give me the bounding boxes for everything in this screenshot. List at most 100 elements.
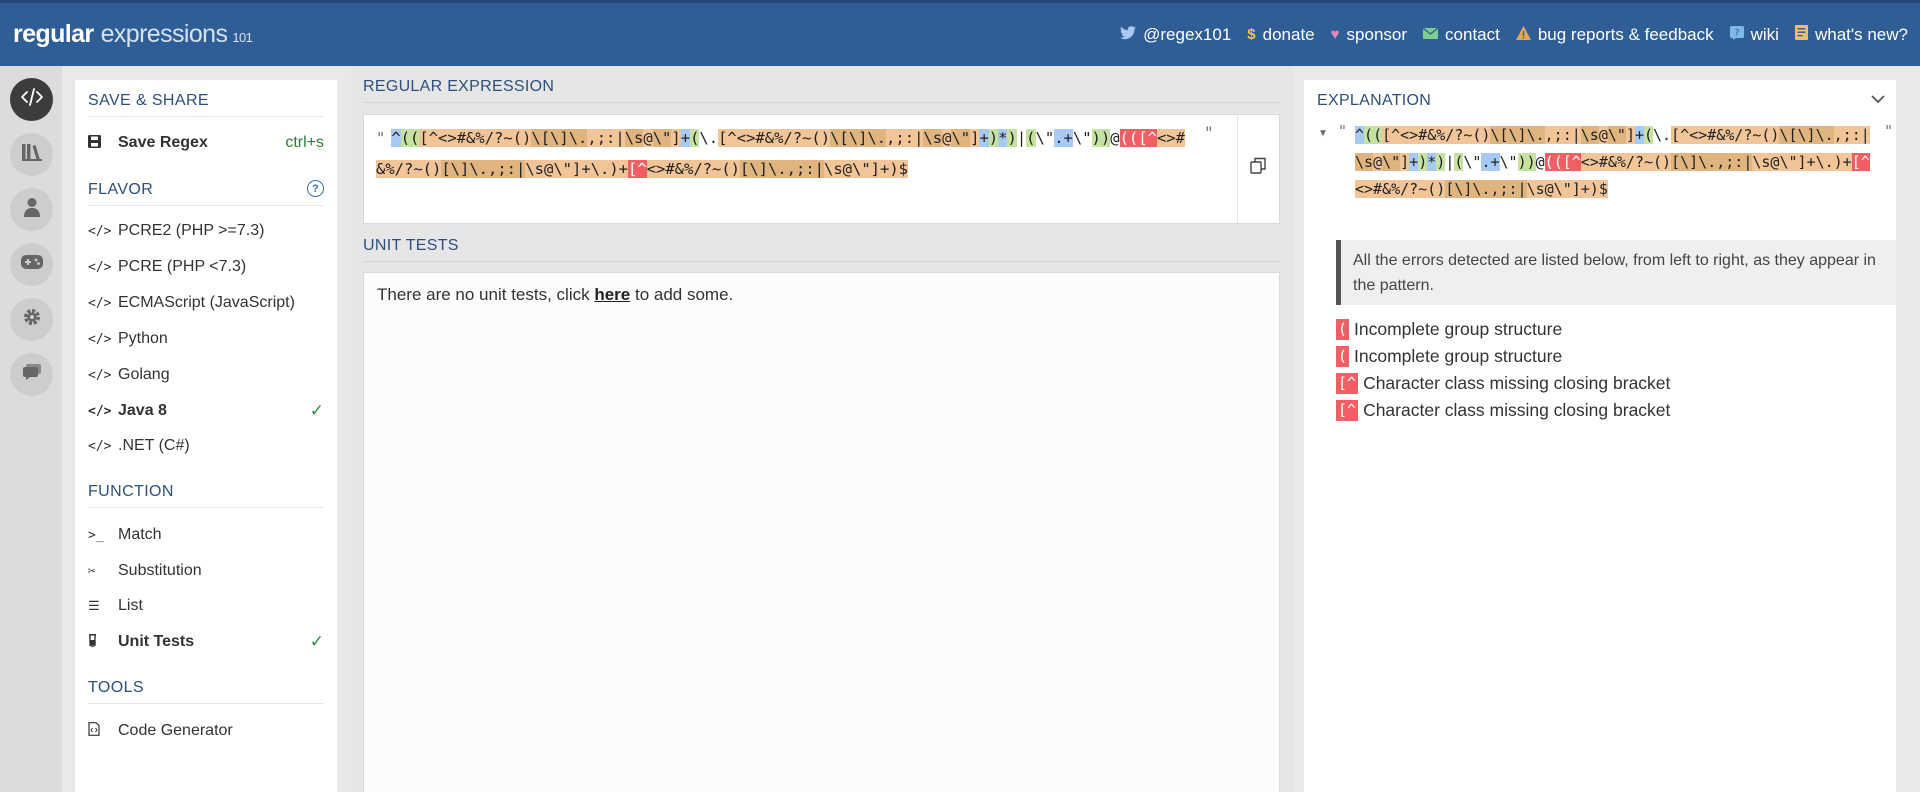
save-regex-button[interactable]: Save Regex ctrl+s bbox=[88, 128, 324, 158]
link-label: contact bbox=[1445, 24, 1500, 44]
regex-token: ( bbox=[1364, 126, 1374, 144]
flavor-python[interactable]: </> Python bbox=[88, 324, 324, 354]
divider bbox=[1237, 115, 1238, 223]
error-item[interactable]: [^ Character class missing closing brack… bbox=[1336, 400, 1670, 421]
flavor-dotnet[interactable]: </> .NET (C#) bbox=[88, 431, 324, 461]
regex-token: \s@\"] bbox=[1526, 180, 1581, 198]
unit-tests-panel: There are no unit tests, click here to a… bbox=[363, 272, 1280, 792]
flavor-label: ECMAScript (JavaScript) bbox=[118, 294, 295, 311]
function-unit-tests[interactable]: Unit Tests ✓ bbox=[88, 627, 324, 657]
regex-token: + bbox=[1409, 153, 1419, 171]
regex-token: \" bbox=[1607, 126, 1626, 144]
regex-token: + bbox=[1063, 129, 1073, 147]
regex-token: @ bbox=[643, 129, 653, 147]
explanation-title: EXPLANATION bbox=[1317, 92, 1432, 109]
regex-token: + bbox=[680, 129, 691, 147]
link-twitter[interactable]: @regex101 bbox=[1120, 25, 1231, 45]
link-donate[interactable]: $ donate bbox=[1247, 25, 1314, 45]
function-match[interactable]: >_ Match bbox=[88, 520, 324, 550]
rail-community[interactable] bbox=[10, 353, 53, 396]
regex-token-error: [^ bbox=[628, 160, 647, 178]
rail-settings[interactable] bbox=[10, 298, 53, 341]
regex-token: \" bbox=[652, 129, 672, 147]
regex-token: \s bbox=[624, 129, 644, 147]
regex-editor[interactable]: " ^(([^<>#&%/?~()\[\]\.,;:|\s@\"]+(\.[^<>… bbox=[363, 114, 1280, 224]
regex-token-error: ( bbox=[1553, 153, 1563, 171]
regex-token: <>#&%/?~() bbox=[646, 160, 740, 178]
regex-token: [^<>#&%/?~() bbox=[1382, 126, 1491, 144]
code-icon: </> bbox=[88, 259, 112, 275]
error-message: Incomplete group structure bbox=[1354, 319, 1563, 339]
regex-token: ,;:| bbox=[587, 129, 625, 147]
error-item[interactable]: ( Incomplete group structure bbox=[1336, 346, 1562, 367]
regex-token-error: ( bbox=[1128, 129, 1139, 147]
explanation-close-quote: " bbox=[1884, 122, 1894, 140]
flavor-label: PCRE2 (PHP >=7.3) bbox=[118, 222, 265, 239]
twitter-icon bbox=[1120, 25, 1137, 44]
main-panel: REGULAR EXPRESSION " ^(([^<>#&%/?~()\[\]\… bbox=[351, 66, 1294, 792]
regex-token: \" bbox=[1035, 129, 1055, 147]
regex-token: ) bbox=[1091, 129, 1101, 147]
error-item[interactable]: ( Incomplete group structure bbox=[1336, 319, 1562, 340]
regex-token: \. bbox=[590, 160, 610, 178]
regex-token: [\]\.,;:| bbox=[441, 160, 526, 178]
regex-token: ( bbox=[400, 129, 411, 147]
sidebar: SAVE & SHARE Save Regex ctrl+s FLAVOR ? … bbox=[75, 80, 337, 792]
regex-token: + bbox=[1490, 153, 1500, 171]
error-item[interactable]: [^ Character class missing closing brack… bbox=[1336, 373, 1670, 394]
scissors-icon: ✂ bbox=[88, 563, 96, 579]
flavor-label: PCRE (PHP <7.3) bbox=[118, 258, 247, 275]
add-unit-test-link[interactable]: here bbox=[594, 285, 630, 304]
error-message: Incomplete group structure bbox=[1354, 346, 1563, 366]
regex-token: ) bbox=[1007, 129, 1017, 147]
chevron-down-icon[interactable] bbox=[1871, 91, 1885, 109]
link-label: donate bbox=[1262, 24, 1315, 44]
brand-logo[interactable]: regular expressions 101 bbox=[0, 20, 253, 49]
regex-token: ( bbox=[1644, 126, 1654, 144]
regex-token: [^<>#&%/?~() bbox=[1671, 126, 1780, 144]
code-icon: </> bbox=[88, 223, 112, 239]
regex-token: +)$ bbox=[1580, 180, 1608, 198]
function-label: Match bbox=[118, 526, 162, 543]
rail-account[interactable] bbox=[10, 188, 53, 231]
link-sponsor[interactable]: ♥ sponsor bbox=[1331, 25, 1407, 45]
flavor-pcre2[interactable]: </> PCRE2 (PHP >=7.3) bbox=[88, 216, 324, 246]
regex-token: +)$ bbox=[880, 160, 908, 178]
link-label: what's new? bbox=[1814, 24, 1908, 44]
help-icon[interactable]: ? bbox=[307, 180, 324, 197]
warning-icon bbox=[1515, 25, 1531, 44]
regex-token: ,;:| bbox=[1544, 126, 1581, 144]
function-substitution[interactable]: ✂ Substitution bbox=[88, 556, 324, 586]
code-icon: </> bbox=[88, 367, 112, 383]
link-bug-reports[interactable]: bug reports & feedback bbox=[1515, 25, 1714, 45]
regex-token: \s bbox=[1580, 126, 1599, 144]
link-wiki[interactable]: ? wiki bbox=[1729, 25, 1779, 45]
wiki-icon: ? bbox=[1729, 25, 1744, 44]
tool-code-generator[interactable]: Code Generator bbox=[88, 716, 324, 746]
code-icon: </> bbox=[88, 438, 112, 454]
link-whats-new[interactable]: what's new? bbox=[1794, 24, 1908, 45]
flavor-ecmascript[interactable]: </> ECMAScript (JavaScript) bbox=[88, 288, 324, 318]
regex-close-quote: " bbox=[1204, 123, 1214, 142]
regex-token: | bbox=[1016, 129, 1027, 147]
regex-token: ^ bbox=[1355, 126, 1365, 144]
unit-tests-label: UNIT TESTS bbox=[363, 237, 1280, 262]
flavor-golang[interactable]: </> Golang bbox=[88, 360, 324, 390]
regex-token: ) bbox=[1100, 129, 1111, 147]
flavor-java8[interactable]: </> Java 8 ✓ bbox=[88, 396, 324, 426]
rail-regex-editor[interactable] bbox=[10, 78, 53, 121]
function-list[interactable]: ☰ List bbox=[88, 591, 324, 621]
rail-quiz[interactable] bbox=[10, 243, 53, 286]
quiz-icon bbox=[20, 255, 43, 274]
regex-token: ) bbox=[1517, 153, 1527, 171]
rail-library[interactable] bbox=[10, 133, 53, 176]
link-contact[interactable]: contact bbox=[1422, 24, 1500, 45]
copy-button[interactable] bbox=[1250, 157, 1270, 179]
regex-token: \[ bbox=[531, 129, 551, 147]
save-shortcut: ctrl+s bbox=[285, 134, 324, 151]
regex-token: \. bbox=[568, 129, 588, 147]
collapse-triangle-icon[interactable]: ▼ bbox=[1318, 128, 1328, 139]
regex-input[interactable]: " ^(([^<>#&%/?~()\[\]\.,;:|\s@\"]+(\.[^<>… bbox=[376, 123, 1206, 185]
flavor-pcre[interactable]: </> PCRE (PHP <7.3) bbox=[88, 252, 324, 282]
regex-token: \] bbox=[848, 129, 868, 147]
